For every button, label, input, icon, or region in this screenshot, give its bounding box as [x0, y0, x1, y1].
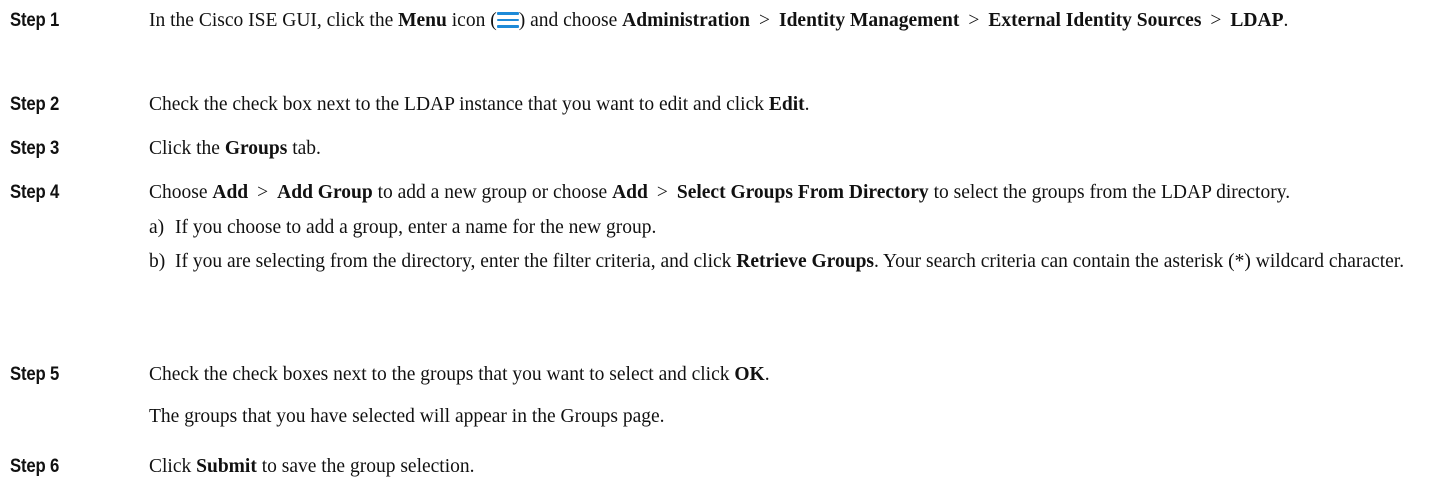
identity-management-ui-term: Identity Management	[779, 10, 960, 31]
external-identity-sources-ui-term: External Identity Sources	[988, 10, 1202, 31]
step-label: Step 1	[10, 10, 60, 31]
substep-b: b) If you are selecting from the directo…	[149, 249, 1411, 275]
step-text: In the Cisco ISE GUI, click the Menu ico…	[149, 10, 1289, 31]
menu-ui-term: Menu	[398, 10, 447, 31]
substep-marker: a)	[149, 217, 165, 238]
step-label: Step 3	[10, 138, 60, 159]
add-group-ui-term: Add Group	[277, 182, 373, 203]
step-text: Click Submit to save the group selection…	[149, 456, 475, 477]
path-separator: >	[656, 182, 668, 203]
substep-marker: b)	[149, 251, 166, 272]
step-label: Step 5	[10, 364, 60, 385]
step-label: Step 4	[10, 182, 60, 203]
select-groups-from-directory-ui-term: Select Groups From Directory	[676, 182, 929, 203]
step-text: Click the Groups tab.	[149, 138, 321, 159]
path-separator: >	[257, 182, 269, 203]
administration-ui-term: Administration	[622, 10, 750, 31]
step-text: Check the check box next to the LDAP ins…	[149, 94, 810, 115]
step-label: Step 2	[10, 94, 60, 115]
step-paragraph: Choose Add > Add Group to add a new group …	[149, 182, 1291, 203]
substep-list: a) If you choose to add a group, enter a…	[149, 215, 1411, 275]
ldap-ui-term: LDAP	[1230, 10, 1284, 31]
add-ui-term: Add	[212, 182, 249, 203]
menu-icon	[496, 11, 519, 29]
ok-ui-term: OK	[734, 364, 765, 385]
step-5-result: The groups that you have selected will a…	[149, 406, 665, 427]
retrieve-groups-ui-term: Retrieve Groups	[736, 251, 875, 272]
submit-ui-term: Submit	[196, 456, 257, 477]
path-separator: >	[759, 10, 770, 31]
groups-ui-term: Groups	[224, 138, 288, 159]
edit-ui-term: Edit	[768, 94, 805, 115]
step-text: Check the check boxes next to the groups…	[149, 364, 770, 385]
path-separator: >	[968, 10, 980, 31]
step-label: Step 6	[10, 456, 60, 477]
substep-a: a) If you choose to add a group, enter a…	[149, 215, 1411, 241]
add-ui-term: Add	[612, 182, 648, 203]
step-text: Choose Add > Add Group to add a new group …	[149, 180, 1411, 283]
path-separator: >	[1210, 10, 1222, 31]
